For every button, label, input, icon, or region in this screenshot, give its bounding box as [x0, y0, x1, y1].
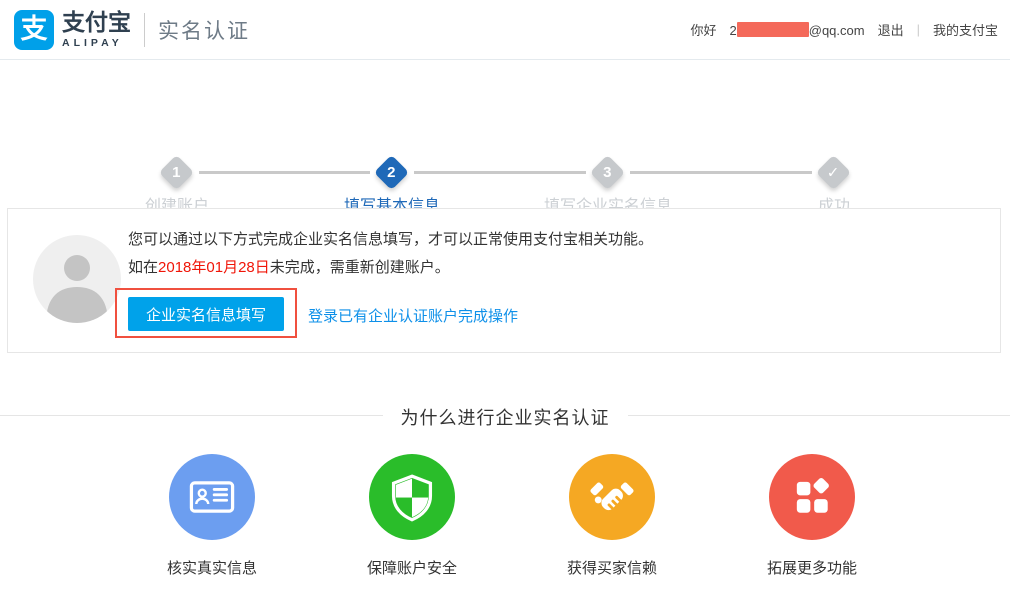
step-3-diamond: 3: [590, 155, 625, 190]
step-connector-3: [630, 171, 812, 174]
grid-icon-glyph: [786, 471, 838, 523]
id-card-icon: [169, 454, 255, 540]
greeting-text: 你好: [691, 20, 717, 39]
alipay-logo-icon: 支: [14, 10, 54, 50]
top-header: 支 支付宝 ALIPAY 实名认证 你好 2 @qq.com 退出 | 我的支付宝: [0, 0, 1010, 60]
deadline-prefix: 如在: [128, 259, 158, 276]
step-4-check-icon: ✓: [827, 163, 840, 181]
fill-enterprise-info-button[interactable]: 企业实名信息填写: [128, 297, 284, 331]
benefit-label: 保障账户安全: [312, 557, 512, 578]
step-connector-2: [414, 171, 586, 174]
email-suffix: @qq.com: [809, 23, 865, 38]
brand-subtitle: ALIPAY: [62, 37, 131, 49]
alipay-logo-text: 支付宝 ALIPAY: [62, 10, 131, 48]
benefit-account-safety: 保障账户安全: [312, 454, 512, 578]
benefit-buyer-trust: 获得买家信赖: [512, 454, 712, 578]
logout-link[interactable]: 退出: [878, 20, 904, 39]
grid-icon: [769, 454, 855, 540]
benefit-verify-info: 核实真实信息: [112, 454, 312, 578]
step-4-diamond: ✓: [816, 155, 851, 190]
benefit-label: 获得买家信赖: [512, 557, 712, 578]
login-existing-account-link[interactable]: 登录已有企业认证账户完成操作: [308, 305, 518, 326]
step-connector-1: [199, 171, 370, 174]
step-1-number: 1: [172, 164, 180, 181]
progress-stepper: 1 2 3 ✓ 创建账户 填写基本信息 填写企业实名信息 成功: [0, 60, 1010, 180]
user-email: 2 @qq.com: [730, 22, 865, 38]
email-prefix: 2: [730, 23, 737, 38]
shield-icon: [369, 454, 455, 540]
my-alipay-link[interactable]: 我的支付宝: [933, 20, 998, 39]
notice-text-line1: 您可以通过以下方式完成企业实名信息填写，才可以正常使用支付宝相关功能。: [128, 228, 653, 249]
shield-icon-glyph: [386, 471, 438, 523]
step-1-diamond: 1: [159, 155, 194, 190]
step-3-number: 3: [603, 164, 611, 181]
step-2-diamond: 2: [374, 155, 409, 190]
benefit-label: 核实真实信息: [112, 557, 312, 578]
alipay-logo[interactable]: 支 支付宝 ALIPAY: [14, 10, 131, 50]
handshake-icon-glyph: [586, 471, 638, 523]
page-title: 实名认证: [158, 15, 250, 45]
benefit-list: 核实真实信息 保障账户安全: [112, 454, 912, 578]
why-section-title-text: 为什么进行企业实名认证: [383, 404, 628, 430]
benefit-label: 拓展更多功能: [712, 557, 912, 578]
notice-text-line2: 如在2018年01月28日未完成，需重新创建账户。: [128, 256, 450, 277]
brand-name: 支付宝: [62, 10, 131, 34]
why-section-title: 为什么进行企业实名认证: [0, 404, 1010, 430]
avatar-placeholder-icon: [33, 235, 121, 323]
handshake-icon: [569, 454, 655, 540]
header-user-area: 你好 2 @qq.com 退出 | 我的支付宝: [691, 20, 999, 39]
benefit-more-features: 拓展更多功能: [712, 454, 912, 578]
id-card-icon-glyph: [186, 471, 238, 523]
step-2-number: 2: [387, 164, 395, 181]
deadline-suffix: 未完成，需重新创建账户。: [270, 259, 450, 276]
deadline-date: 2018年01月28日: [158, 259, 270, 276]
header-separator: |: [917, 22, 920, 37]
email-redaction-block: [737, 22, 809, 37]
header-divider: [144, 13, 145, 47]
